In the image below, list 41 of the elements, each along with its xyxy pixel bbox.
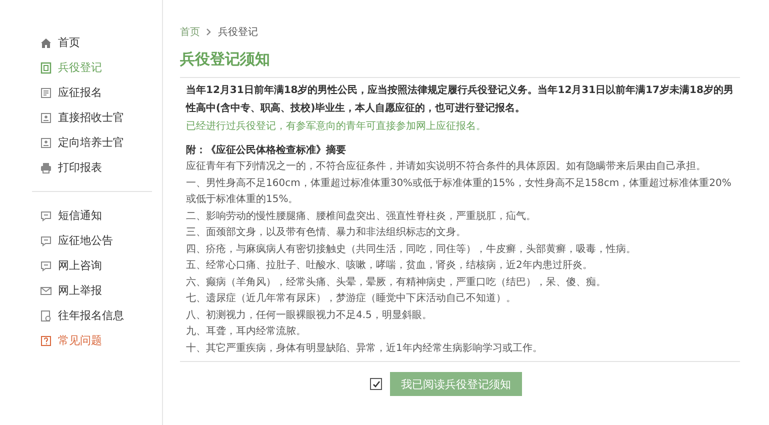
page-title: 兵役登记须知 — [180, 50, 271, 69]
checkbox[interactable] — [370, 378, 382, 390]
form-icon — [40, 86, 52, 98]
appendix-heading: 附：《应征公民体格检查标准》摘要 — [186, 143, 347, 158]
chat-icon — [40, 260, 52, 272]
sidebar-item[interactable]: 定向培养士官 — [0, 130, 162, 155]
chat-icon — [40, 210, 52, 222]
sidebar-item[interactable]: 首页 — [0, 30, 162, 55]
criteria-item: 二、影响劳动的慢性腰腿痛、腰椎间盘突出、强直性脊柱炎，严重脱肛，疝气。 — [186, 210, 537, 224]
notice-text: 当年12月31日前年满18岁的男性公民，应当按照法律规定履行兵役登记义务。当年12月31日以前年满17岁未满18岁的男性高中(含中专、职高、技校)毕业生，本人自愿应征的，也可进行登记报名。 — [186, 83, 734, 116]
printer-icon — [40, 162, 52, 174]
document-icon — [40, 62, 52, 74]
id-card-icon — [40, 112, 52, 124]
criteria-item: 九、耳聋，耳内经常流脓。 — [186, 324, 307, 339]
criteria-item: 十、其它严重疾病，身体有明显缺陷、异常，近1年内经常生病影响学习或工作。 — [186, 342, 544, 356]
sidebar-item[interactable]: 常见问题 — [0, 328, 162, 353]
appendix-intro: 应征青年有下列情况之一的，不符合应征条件，并请如实说明不符合条件的具体原因。如有隐瞒带来后果由自己承担。 — [186, 160, 707, 174]
home-icon — [40, 36, 52, 48]
notice-note: 已经进行过兵役登记，有参军意向的青年可直接参加网上应征报名。 — [186, 120, 487, 134]
sidebar-item[interactable]: 网上咨询 — [0, 253, 162, 278]
sidebar-item[interactable]: 应征地公告 — [0, 228, 162, 253]
criteria-item: 八、初测视力，任何一眼裸眼视力不足4.5，明显斜眼。 — [186, 308, 433, 322]
breadcrumb-current: 兵役登记 — [218, 26, 258, 39]
chat-icon — [40, 234, 52, 246]
criteria-item: 七、遗尿症（近几年常有尿床），梦游症（睡觉中下床活动自己不知道）。 — [186, 292, 517, 306]
criteria-item: 六、癫病（羊角风），经常头痛、头晕，晕厥，有精神病史，严重口吃（结巴），呆、傻、痴。 — [186, 276, 607, 290]
sidebar-item[interactable]: 短信通知 — [0, 203, 162, 228]
chevron-icon — [206, 28, 212, 36]
document-clock-icon — [40, 310, 52, 322]
sidebar-item[interactable]: 直接招收士官 — [0, 105, 162, 130]
sidebar-item[interactable]: 往年报名信息 — [0, 303, 162, 328]
envelope-icon — [40, 284, 52, 296]
id-card-icon — [40, 136, 52, 148]
sidebar-item[interactable]: 打印报表 — [0, 155, 162, 180]
question-icon — [40, 334, 52, 346]
sidebar-item[interactable]: 应征报名 — [0, 80, 162, 105]
criteria-item: 三、面颈部文身，以及带有色情、暴力和非法组织标志的文身。 — [186, 226, 467, 240]
sidebar-item[interactable]: 网上举报 — [0, 278, 162, 303]
criteria-item: 五、经常心口痛、拉肚子、吐酸水、咳嗽，哮喘，贫血，肾炎，结核病，近2年内患过肝炎。 — [186, 258, 594, 273]
criteria-item: 四、疥疮，与麻疯病人有密切接触史（共同生活，同吃，同住等），牛皮癣，头部黄癣，吸毒，性病。 — [186, 242, 637, 256]
criteria-item: 一、男性身高不足160cm，体重超过标准体重30%或低于标准体重的15%，女性身高不足158cm，体重超过标准体重20%或低于标准体重的15%。 — [186, 176, 732, 207]
